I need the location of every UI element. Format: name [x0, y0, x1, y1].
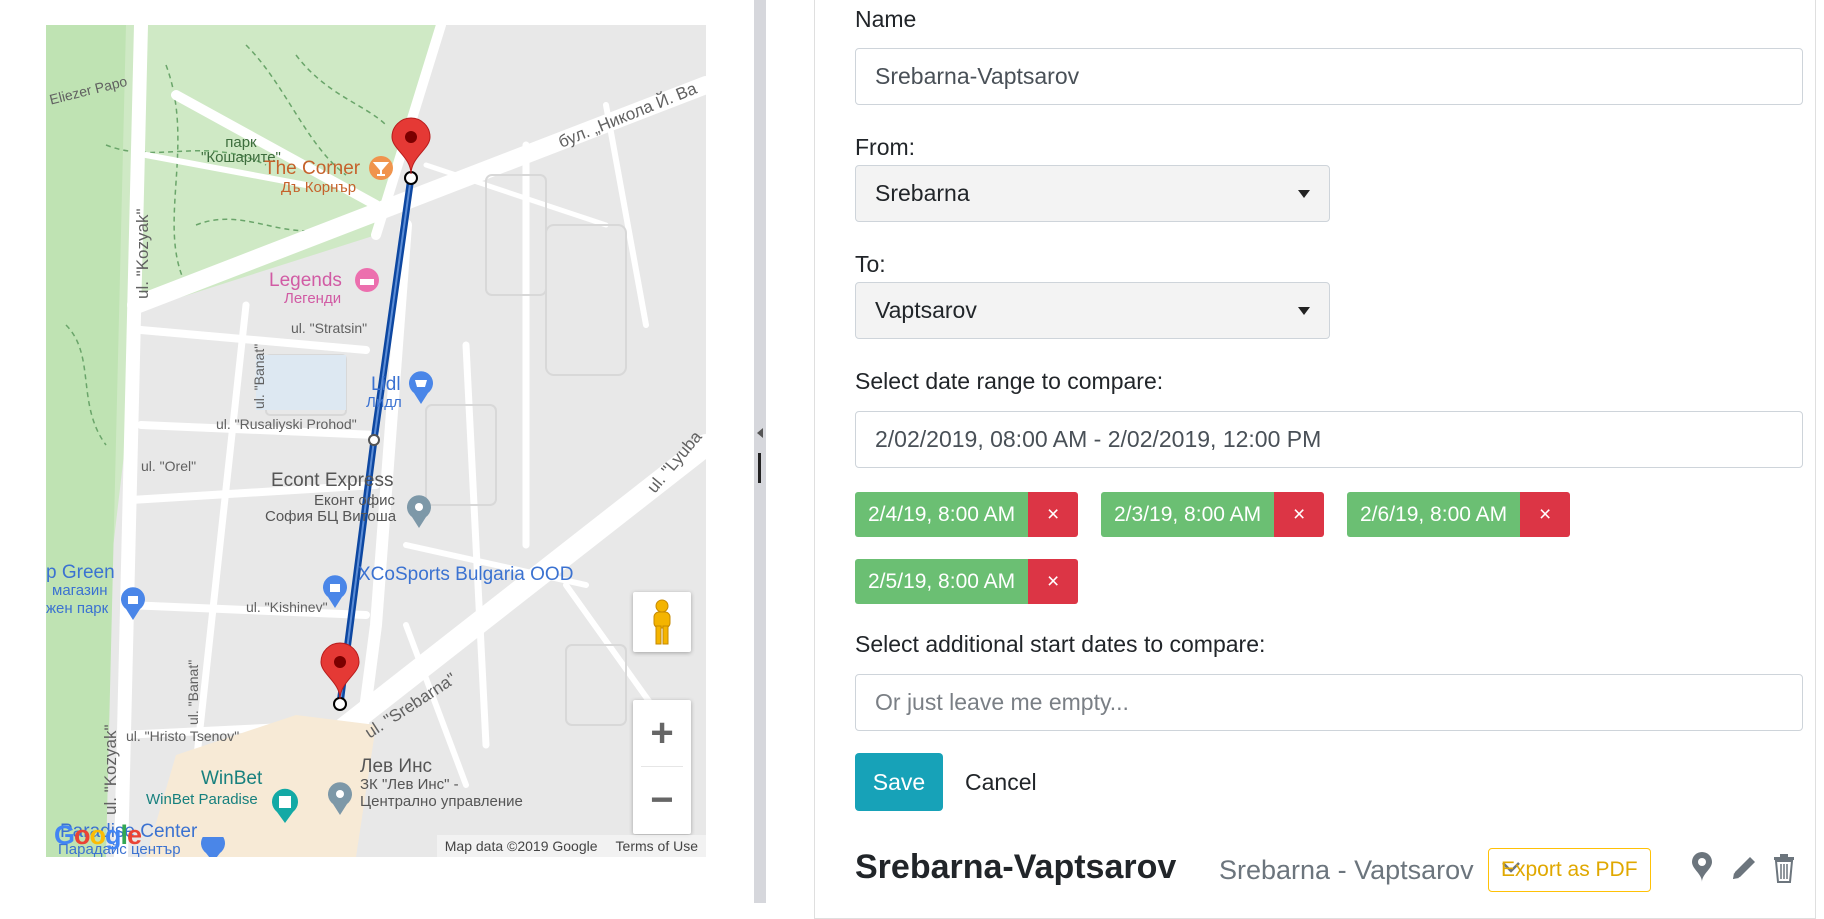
date-chip-label: 2/4/19, 8:00 AM [855, 492, 1029, 537]
map-marker-icon[interactable] [1688, 852, 1716, 884]
shop-poi-icon [409, 371, 433, 404]
route-subtitle: Srebarna - Vaptsarov [1219, 855, 1474, 885]
from-select-value: Srebarna [875, 180, 970, 206]
date-chip: 2/4/19, 8:00 AM × [855, 492, 1079, 537]
cancel-button[interactable]: Cancel [957, 753, 1045, 811]
from-select[interactable]: Srebarna [855, 165, 1330, 222]
insurance-poi-icon [328, 782, 352, 815]
zoom-in-button[interactable]: + [633, 700, 691, 766]
google-logo: Google [54, 820, 142, 850]
collapse-arrow-icon[interactable] [757, 428, 763, 438]
map-label-xco: XCoSports Bulgaria OOD [358, 564, 574, 585]
date-chip: 2/6/19, 8:00 AM × [1347, 492, 1571, 537]
to-label: To: [855, 251, 886, 277]
additional-dates-label: Select additional start dates to compare… [855, 631, 1266, 657]
map-footer: Map data ©2019 Google Terms of Use [436, 835, 706, 857]
map-label-lidl: Lidl [371, 374, 401, 395]
route-edit-card: Name Srebarna-Vaptsarov From: Srebarna T… [814, 0, 1816, 919]
street-view-pegman-button[interactable] [633, 592, 691, 652]
date-chip-label: 2/3/19, 8:00 AM [1101, 492, 1275, 537]
end-marker-icon[interactable] [319, 642, 361, 700]
zoom-control: + − [633, 700, 691, 834]
export-pdf-button[interactable]: Export as PDF [1488, 848, 1651, 892]
caret-down-icon [1298, 189, 1310, 198]
mall-poi-icon [201, 837, 225, 857]
remove-date-button[interactable]: × [1028, 492, 1079, 537]
start-marker-icon[interactable] [390, 117, 432, 175]
casino-poi-icon [272, 788, 298, 823]
store-poi-icon-2 [121, 587, 145, 620]
office-poi-icon [407, 495, 431, 528]
terms-of-use-link[interactable]: Terms of Use [616, 838, 698, 854]
route-title: Srebarna-Vaptsarov [855, 848, 1177, 886]
name-label: Name [855, 6, 917, 32]
save-button[interactable]: Save [855, 753, 943, 811]
map-label-econt: Econt Express [271, 470, 394, 491]
name-input[interactable]: Srebarna-Vaptsarov [855, 48, 1803, 105]
map-label-econt-bg1: Еконт офис [314, 492, 395, 509]
route-form-pane: Name Srebarna-Vaptsarov From: Srebarna T… [766, 0, 1824, 919]
bar-poi-icon [369, 156, 393, 180]
map-label-lidl-bg: Лидл [366, 394, 402, 411]
splitter-grip[interactable] [758, 453, 761, 483]
date-chip: 2/3/19, 8:00 AM × [1101, 492, 1325, 537]
to-select[interactable]: Vaptsarov [855, 282, 1330, 339]
map-label-green-2: магазин [52, 582, 108, 599]
map-label-hristo: ul. "Hristo Tsenov" [126, 728, 240, 744]
map-label-kozyak: ul. "Kozyak" [133, 208, 152, 300]
map-label-winbet: WinBet [201, 768, 263, 789]
pegman-icon [653, 599, 671, 645]
map-label-lev: Лев Инс [360, 756, 433, 777]
map-label-corner: The Corner [264, 158, 361, 179]
to-select-value: Vaptsarov [875, 297, 977, 323]
date-range-input[interactable]: 2/02/2019, 08:00 AM - 2/02/2019, 12:00 P… [855, 411, 1803, 468]
pane-splitter[interactable] [754, 0, 766, 903]
date-chip-label: 2/6/19, 8:00 AM [1347, 492, 1521, 537]
remove-date-button[interactable]: × [1028, 559, 1079, 604]
map-label-econt-bg2: София БЦ Витоша [265, 508, 397, 525]
map-label-lev-sub2: Централно управление [360, 793, 523, 810]
map-label-winbet-paradise: WinBet Paradise [146, 791, 258, 808]
map-label-banat-2: ul. "Banat" [185, 659, 201, 725]
map-label-rusaliyski: ul. "Rusaliyski Prohod" [216, 416, 357, 432]
map-data-attribution: Map data ©2019 Google [444, 838, 598, 854]
additional-dates-input[interactable]: Or just leave me empty... [855, 674, 1803, 731]
remove-date-button[interactable]: × [1274, 492, 1325, 537]
trash-icon[interactable] [1771, 852, 1797, 884]
map-label-banat: ul. "Banat" [251, 343, 267, 409]
date-range-label: Select date range to compare: [855, 368, 1164, 394]
map-label-corner-bg: Дъ Корнър [281, 179, 357, 196]
map-label-kozyak-2: ul. "Kozyak" [101, 724, 120, 816]
edit-pencil-icon[interactable] [1729, 852, 1759, 884]
map-label-lev-sub1: ЗК "Лев Инс" - [360, 776, 459, 793]
date-chip: 2/5/19, 8:00 AM × [855, 559, 1079, 604]
map-label-legends: Legends [269, 270, 342, 291]
map-label-stratsin: ul. "Stratsin" [291, 320, 368, 336]
route-map[interactable]: Eliezer Papo бул. „Никола Й. Ва парк "Ко… [46, 25, 706, 857]
map-label-kishinev: ul. "Kishinev" [246, 599, 328, 615]
map-pane: Eliezer Papo бул. „Никола Й. Ва парк "Ко… [0, 0, 754, 903]
date-chip-label: 2/5/19, 8:00 AM [855, 559, 1029, 604]
zoom-out-button[interactable]: − [633, 767, 691, 833]
map-label-orel: ul. "Orel" [141, 458, 197, 474]
hotel-poi-icon [355, 268, 379, 292]
map-label-green: p Green [46, 562, 115, 583]
caret-down-icon [1298, 306, 1310, 315]
from-label: From: [855, 134, 916, 160]
map-label-legends-bg: Легенди [284, 290, 342, 307]
remove-date-button[interactable]: × [1520, 492, 1571, 537]
map-label-green-3: жен парк [46, 600, 109, 617]
